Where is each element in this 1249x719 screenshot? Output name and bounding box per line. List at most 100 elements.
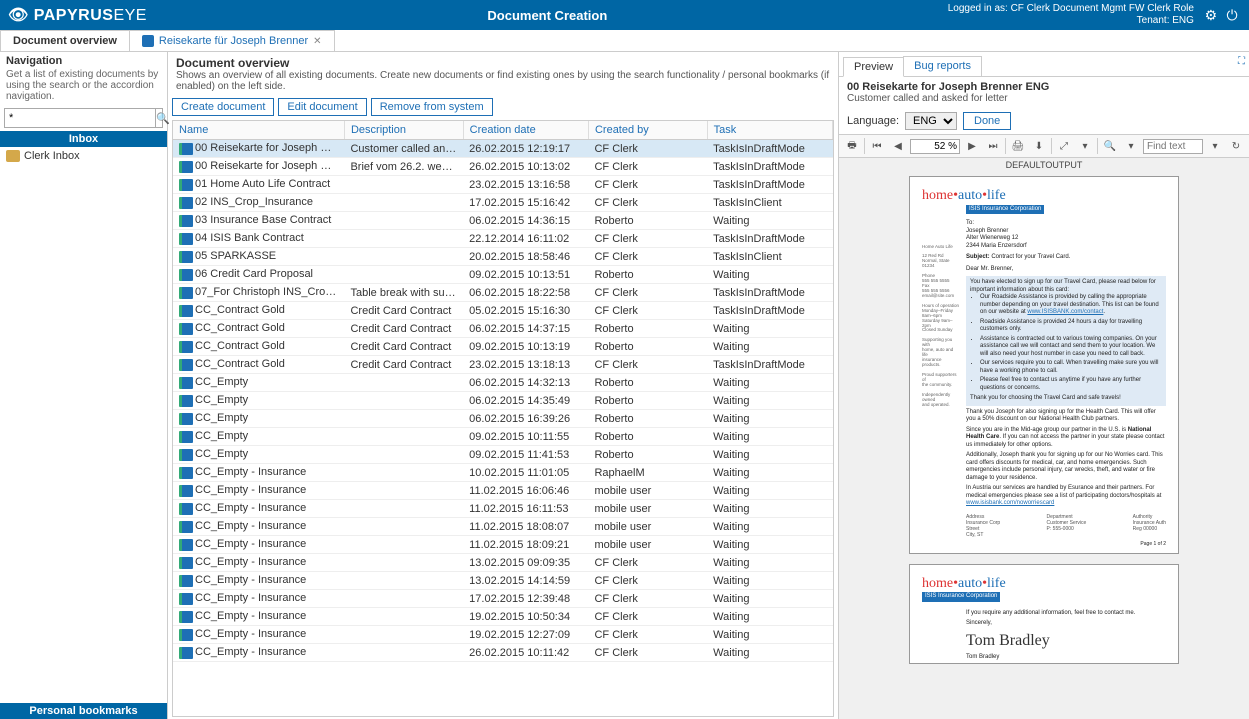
document-grid[interactable]: Name Description Creation date Created b… [172, 120, 834, 717]
nav-title: Navigation [6, 55, 161, 67]
table-row[interactable]: CC_Contract GoldCredit Card Contract05.0… [173, 302, 833, 320]
table-row[interactable]: CC_Empty - Insurance11.02.2015 18:08:07m… [173, 518, 833, 536]
remove-document-button[interactable]: Remove from system [371, 98, 493, 116]
table-row[interactable]: CC_Empty06.02.2015 14:32:13RobertoWaitin… [173, 374, 833, 392]
col-task[interactable]: Task [707, 121, 832, 140]
expand-icon[interactable]: ⛶ [1238, 56, 1245, 76]
document-icon [179, 197, 193, 209]
document-icon [179, 467, 193, 479]
search-input[interactable] [5, 109, 155, 127]
next-page-icon[interactable]: ▶ [963, 137, 981, 155]
bookmarks-header[interactable]: Personal bookmarks [0, 703, 167, 719]
table-row[interactable]: CC_Empty - Insurance17.02.2015 12:39:48C… [173, 590, 833, 608]
document-icon [179, 575, 193, 587]
footer-col: DepartmentCustomer ServiceP: 555-0000 [1047, 514, 1087, 539]
tab-document[interactable]: Reisekarte für Joseph Brenner ✕ [129, 30, 335, 51]
zoom-fit-icon[interactable]: ⤢ [1055, 137, 1073, 155]
printer-icon[interactable]: 🖨 [1009, 137, 1027, 155]
document-icon [179, 323, 193, 335]
table-row[interactable]: 04 ISIS Bank Contract22.12.2014 16:11:02… [173, 230, 833, 248]
close-tab-icon[interactable]: ✕ [313, 36, 321, 47]
tab-bug-reports[interactable]: Bug reports [903, 56, 982, 76]
language-select[interactable]: ENG [905, 112, 957, 130]
prev-page-icon[interactable]: ◀ [889, 137, 907, 155]
main-tabs: Document overview Reisekarte für Joseph … [0, 30, 1249, 52]
gear-icon[interactable]: ⚙ [1202, 7, 1220, 24]
col-desc[interactable]: Description [344, 121, 463, 140]
logo-eye-icon: 👁 [8, 7, 34, 24]
dropdown-icon[interactable]: ▾ [1122, 137, 1140, 155]
edit-document-button[interactable]: Edit document [278, 98, 366, 116]
zoom-input[interactable] [910, 139, 960, 154]
inbox-header[interactable]: Inbox [0, 131, 167, 147]
table-row[interactable]: CC_Empty - Insurance10.02.2015 11:01:05R… [173, 464, 833, 482]
table-row[interactable]: CC_Contract GoldCredit Card Contract06.0… [173, 320, 833, 338]
dropdown-icon[interactable]: ▾ [1206, 137, 1224, 155]
table-row[interactable]: 03 Insurance Base Contract06.02.2015 14:… [173, 212, 833, 230]
table-row[interactable]: 05 SPARKASSE20.02.2015 18:58:46CF ClerkT… [173, 248, 833, 266]
document-icon [179, 521, 193, 533]
highlighted-intro: You have elected to sign up for our Trav… [966, 276, 1166, 406]
col-name[interactable]: Name [173, 121, 344, 140]
last-page-icon[interactable]: ⏭ [984, 137, 1002, 155]
search-doc-icon[interactable]: 🔍 [1101, 137, 1119, 155]
table-row[interactable]: CC_Empty - Insurance11.02.2015 16:06:46m… [173, 482, 833, 500]
preview-panel: Preview Bug reports ⛶ 00 Reisekarte for … [839, 52, 1249, 719]
table-row[interactable]: CC_Empty - Insurance19.02.2015 10:50:34C… [173, 608, 833, 626]
table-row[interactable]: CC_Empty09.02.2015 10:11:55RobertoWaitin… [173, 428, 833, 446]
col-date[interactable]: Creation date [463, 121, 588, 140]
table-row[interactable]: CC_Empty09.02.2015 11:41:53RobertoWaitin… [173, 446, 833, 464]
table-row[interactable]: 00 Reisekarte for Joseph Brenner ENGCust… [173, 140, 833, 158]
document-icon [179, 341, 193, 353]
tab-preview[interactable]: Preview [843, 57, 904, 77]
table-row[interactable]: CC_Empty - Insurance11.02.2015 16:11:53m… [173, 500, 833, 518]
create-document-button[interactable]: Create document [172, 98, 274, 116]
first-page-icon[interactable]: ⏮ [868, 137, 886, 155]
table-row[interactable]: CC_Empty06.02.2015 16:39:26RobertoWaitin… [173, 410, 833, 428]
dropdown-icon[interactable]: ▾ [1076, 137, 1094, 155]
col-by[interactable]: Created by [588, 121, 707, 140]
find-text-input[interactable] [1143, 139, 1203, 154]
done-button[interactable]: Done [963, 112, 1011, 130]
table-row[interactable]: 01 Home Auto Life Contract23.02.2015 13:… [173, 176, 833, 194]
print-icon[interactable]: 🖶 [843, 137, 861, 155]
document-icon [179, 143, 193, 155]
table-row[interactable]: CC_Empty - Insurance13.02.2015 09:09:35C… [173, 554, 833, 572]
sidebar-item-clerk-inbox[interactable]: Clerk Inbox [0, 147, 167, 165]
table-row[interactable]: 02 INS_Crop_Insurance17.02.2015 15:16:42… [173, 194, 833, 212]
table-row[interactable]: 06 Credit Card Proposal09.02.2015 10:13:… [173, 266, 833, 284]
table-row[interactable]: CC_Empty - Insurance26.02.2015 10:11:42C… [173, 644, 833, 662]
power-icon[interactable]: ⏻ [1223, 7, 1241, 24]
navigation-panel: Navigation Get a list of existing docume… [0, 52, 168, 719]
signature: Tom Bradley [966, 631, 1166, 651]
table-row[interactable]: CC_Contract GoldCredit Card Contract09.0… [173, 338, 833, 356]
table-row[interactable]: CC_Empty - Insurance19.02.2015 12:27:09C… [173, 626, 833, 644]
main-title: Document overview [176, 56, 830, 70]
document-icon [179, 557, 193, 569]
footer-col: AddressInsurance CorpStreetCity, ST [966, 514, 1000, 539]
document-icon [179, 413, 193, 425]
brand-logo: home•auto•life [922, 187, 1166, 205]
folder-icon [6, 150, 20, 162]
document-icon [179, 503, 193, 515]
preview-canvas[interactable]: DEFAULTOUTPUT home•auto•life ISIS Insura… [839, 158, 1249, 719]
download-icon[interactable]: ⬇ [1030, 137, 1048, 155]
table-row[interactable]: CC_Empty - Insurance11.02.2015 18:09:21m… [173, 536, 833, 554]
refresh-icon[interactable]: ↻ [1227, 137, 1245, 155]
app-logo: 👁 PAPYRUSEYE [8, 5, 147, 25]
document-icon [179, 395, 193, 407]
output-label: DEFAULTOUTPUT [839, 158, 1249, 172]
table-row[interactable]: 07_For Christoph INS_Crop_InsuranceTable… [173, 284, 833, 302]
main-panel: Document overview Shows an overview of a… [168, 52, 839, 719]
document-icon [179, 305, 193, 317]
document-icon [179, 611, 193, 623]
preview-page-2: home•auto•life ISIS Insurance Corporatio… [909, 564, 1179, 664]
table-row[interactable]: CC_Empty06.02.2015 14:35:49RobertoWaitin… [173, 392, 833, 410]
table-row[interactable]: CC_Empty - Insurance13.02.2015 14:14:59C… [173, 572, 833, 590]
table-row[interactable]: CC_Contract GoldCredit Card Contract23.0… [173, 356, 833, 374]
document-icon [179, 377, 193, 389]
tab-overview[interactable]: Document overview [0, 30, 130, 51]
document-icon [179, 539, 193, 551]
document-icon [179, 161, 193, 173]
table-row[interactable]: 00 Reisekarte for Joseph Brenner DEUBrie… [173, 158, 833, 176]
